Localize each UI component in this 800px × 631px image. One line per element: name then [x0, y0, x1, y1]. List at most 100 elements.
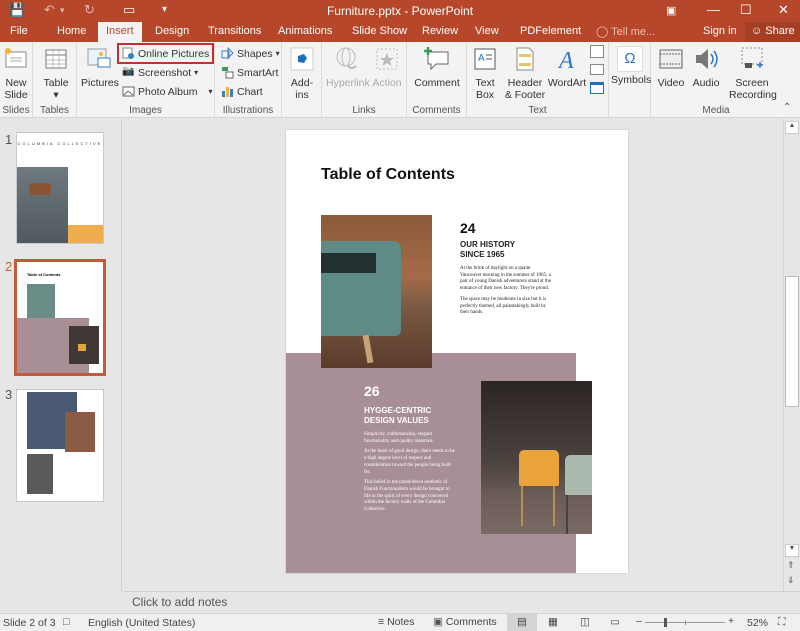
notes-placeholder[interactable]: Click to add notes — [132, 595, 227, 609]
close-icon[interactable]: ✕ — [778, 2, 789, 18]
screenshot-button[interactable]: 📷 Screenshot ▾ — [122, 64, 198, 81]
section-body-history[interactable]: At the brink of daylight on a quaint Van… — [460, 266, 552, 317]
section-body-design[interactable]: Simplicity, craftsmanship, elegant funct… — [364, 432, 456, 514]
thumbnail-title: Table of Contents — [27, 272, 61, 277]
spell-check-icon[interactable]: □ — [63, 616, 69, 628]
pictures-button[interactable]: Pictures — [81, 46, 119, 89]
tab-review[interactable]: Review — [422, 25, 458, 37]
tab-view[interactable]: View — [475, 25, 499, 37]
screen-recording-button[interactable]: Screen Recording — [729, 46, 777, 101]
normal-view-icon[interactable]: ▤ — [507, 614, 537, 631]
sofa-photo — [321, 215, 432, 368]
chart-button[interactable]: Chart — [221, 83, 263, 100]
comment-button[interactable]: Comment — [412, 46, 462, 89]
previous-slide-icon[interactable]: ⇑ — [787, 560, 795, 571]
ribbon: New Slide Slides Table ▾ Tables Pictures … — [0, 42, 800, 118]
slide-sorter-icon[interactable]: ▦ — [548, 616, 558, 628]
slide-2[interactable]: Table of Contents 24 OUR HISTORY SINCE 1… — [286, 130, 628, 573]
tab-file[interactable]: File — [10, 25, 28, 37]
tab-transitions[interactable]: Transitions — [208, 25, 261, 37]
shapes-icon — [221, 47, 234, 60]
slide-number-icon[interactable] — [590, 64, 604, 75]
text-box-icon: A — [474, 48, 496, 70]
zoom-out-icon[interactable]: – — [636, 615, 642, 627]
title-bar: 💾 ↶ ▾ ↻ ▭ ▾ Furniture.pptx - PowerPoint … — [0, 0, 800, 22]
action-star-icon — [376, 48, 398, 70]
tell-me-box[interactable]: ◯ Tell me... — [596, 25, 655, 38]
new-slide-button[interactable]: New Slide — [2, 46, 30, 101]
notes-button[interactable]: ≡ Notes — [378, 616, 415, 628]
zoom-in-icon[interactable]: + — [728, 615, 734, 627]
group-label-links: Links — [352, 105, 376, 116]
section-heading-design[interactable]: HYGGE-CENTRIC DESIGN VALUES — [364, 406, 431, 426]
smartart-icon — [222, 67, 234, 79]
photo-album-button[interactable]: Photo Album ▾ — [122, 83, 213, 100]
scroll-down-icon[interactable]: ▼ — [785, 544, 799, 557]
zoom-slider-center-tick — [685, 620, 686, 625]
video-button[interactable]: Video — [654, 46, 688, 89]
table-icon — [45, 49, 67, 69]
group-media: Video Audio Screen Recording Media — [651, 42, 781, 118]
collapse-ribbon-icon[interactable]: ⌃ — [783, 102, 791, 113]
zoom-slider[interactable] — [645, 618, 725, 627]
slide-title[interactable]: Table of Contents — [321, 166, 455, 184]
notes-pane[interactable]: Click to add notes — [123, 591, 800, 613]
next-slide-icon[interactable]: ⇓ — [787, 575, 795, 586]
header-footer-button[interactable]: Header & Footer — [503, 46, 547, 101]
slide-thumbnail-2[interactable]: Table of Contents — [14, 259, 106, 376]
sign-in-link[interactable]: Sign in — [703, 25, 737, 37]
scroll-up-icon[interactable]: ▲ — [785, 121, 799, 134]
zoom-slider-thumb[interactable] — [663, 618, 667, 627]
photo-album-dropdown-icon: ▾ — [208, 87, 213, 96]
share-button[interactable]: ☺ Share — [745, 22, 800, 42]
tab-home[interactable]: Home — [57, 25, 86, 37]
photo-album-icon — [122, 86, 135, 97]
section-number-24[interactable]: 24 — [460, 220, 476, 236]
section-number-26[interactable]: 26 — [364, 383, 380, 399]
slide-show-icon[interactable]: ▭ — [610, 616, 620, 628]
vertical-scrollbar[interactable]: ▲ ▼ ⇑ ⇓ — [783, 119, 800, 591]
online-pictures-button[interactable]: Online Pictures — [116, 43, 215, 64]
date-time-icon[interactable] — [590, 45, 604, 58]
new-slide-icon — [5, 48, 27, 68]
group-label-text: Text — [528, 105, 547, 116]
tab-slide-show[interactable]: Slide Show — [352, 25, 407, 37]
comments-button[interactable]: ▣ Comments — [433, 616, 497, 628]
screenshot-icon: 📷 — [122, 66, 135, 77]
thumbnail-title: COLUMBIA COLLECTIVE — [17, 141, 103, 146]
group-label-media: Media — [702, 105, 730, 116]
slide-thumbnails-pane: 1 COLUMBIA COLLECTIVE 2 Table of Content… — [0, 119, 122, 591]
audio-button[interactable]: Audio — [689, 46, 723, 89]
fit-slide-icon[interactable]: ⛶ — [778, 616, 785, 629]
slide-thumbnail-1[interactable]: COLUMBIA COLLECTIVE — [16, 132, 104, 244]
slide-thumbnail-3[interactable] — [16, 389, 104, 502]
tab-design[interactable]: Design — [155, 25, 189, 37]
table-button[interactable]: Table ▾ — [41, 46, 71, 101]
minimize-icon[interactable]: — — [707, 2, 720, 17]
group-symbols: Ω Symbols — [609, 42, 651, 118]
language-indicator[interactable]: English (United States) — [88, 617, 195, 629]
tab-insert[interactable]: Insert — [98, 22, 142, 42]
scroll-thumb[interactable] — [785, 276, 799, 407]
slide-editing-area: Table of Contents 24 OUR HISTORY SINCE 1… — [123, 119, 783, 591]
tab-pdfelement[interactable]: PDFelement — [520, 25, 581, 37]
shapes-button[interactable]: Shapes ▾ — [221, 45, 280, 62]
hyperlink-button[interactable]: Hyperlink — [326, 46, 370, 89]
tab-animations[interactable]: Animations — [278, 25, 332, 37]
zoom-level[interactable]: 52% — [747, 617, 768, 629]
action-button[interactable]: Action — [370, 46, 404, 89]
text-box-button[interactable]: A Text Box — [470, 46, 500, 101]
reading-view-icon[interactable]: ◫ — [580, 616, 590, 628]
smartart-button[interactable]: SmartArt — [221, 64, 278, 81]
object-icon[interactable] — [590, 82, 604, 94]
maximize-icon[interactable]: ☐ — [740, 2, 752, 18]
sofa-photo-thumbnail — [27, 284, 55, 319]
group-label-slides: Slides — [2, 105, 30, 116]
symbols-button[interactable]: Ω Symbols — [611, 46, 651, 86]
ribbon-display-options-icon[interactable]: ▣ — [666, 4, 676, 17]
wordart-button[interactable]: A WordArt — [547, 46, 587, 89]
people-photo-thumbnail — [65, 412, 95, 452]
add-ins-button[interactable]: Add-ins — [286, 46, 318, 101]
section-heading-history[interactable]: OUR HISTORY SINCE 1965 — [460, 240, 515, 260]
thumbnail-number: 2 — [5, 259, 13, 274]
